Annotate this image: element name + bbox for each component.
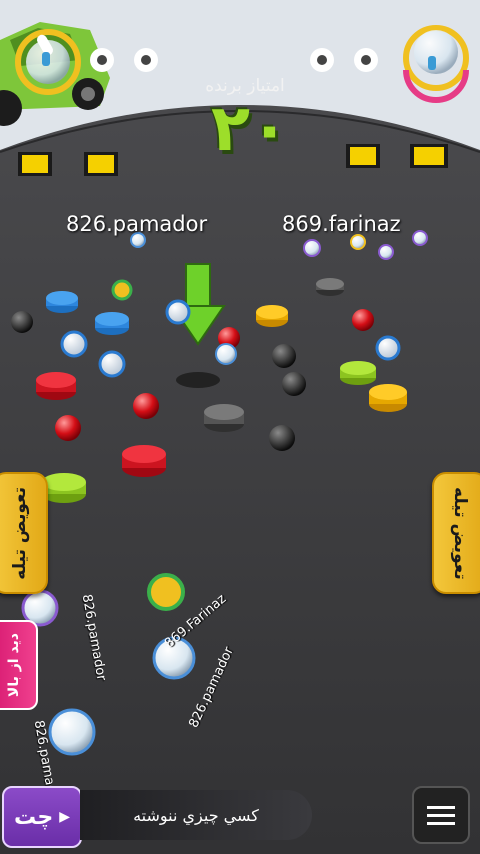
green-cap bbox=[42, 473, 86, 503]
gray-cap bbox=[316, 278, 344, 296]
blue-cap bbox=[46, 291, 78, 313]
menu-icon bbox=[427, 821, 455, 825]
menu-icon bbox=[427, 813, 455, 817]
player1-name: 826.pamador bbox=[66, 212, 208, 236]
striped-marble bbox=[147, 573, 185, 611]
white-blue-marble bbox=[165, 299, 191, 325]
swap-marble-left-label: تعویض تیله bbox=[10, 486, 30, 580]
glass-marble bbox=[215, 343, 237, 365]
swap-marble-right-label: تعویض تیله bbox=[450, 486, 470, 580]
white-blue-marble bbox=[60, 330, 88, 358]
player-shooter-marble[interactable] bbox=[48, 708, 96, 756]
red-marble bbox=[352, 309, 374, 331]
black-marble bbox=[11, 311, 33, 333]
red-marble bbox=[133, 393, 159, 419]
chat-label: چت bbox=[14, 804, 54, 830]
menu-button[interactable] bbox=[412, 786, 470, 844]
glass-marble bbox=[350, 234, 366, 250]
striped-marble bbox=[111, 279, 133, 301]
top-view-button[interactable]: دید از بالا bbox=[0, 620, 38, 710]
glass-marble bbox=[303, 239, 321, 257]
red-marble bbox=[55, 415, 81, 441]
white-blue-marble bbox=[98, 350, 126, 378]
swap-marble-right-button[interactable]: تعویض تیله bbox=[432, 472, 480, 594]
black-marble bbox=[282, 372, 306, 396]
black-marble bbox=[272, 344, 296, 368]
red-cap bbox=[36, 372, 76, 400]
player1-marble-indicator bbox=[15, 29, 81, 95]
gray-cap bbox=[204, 404, 244, 432]
black-marble bbox=[269, 425, 295, 451]
target-shadow bbox=[176, 372, 220, 388]
yellow-cap bbox=[369, 384, 407, 412]
white-blue-marble bbox=[375, 335, 401, 361]
chat-button[interactable]: چت ▶ bbox=[2, 786, 82, 848]
blue-cap bbox=[95, 312, 129, 335]
yellow-cap bbox=[256, 305, 288, 327]
chat-message-bar[interactable]: كسي چيزي ننوشته bbox=[80, 790, 312, 840]
chevron-right-icon: ▶ bbox=[59, 809, 70, 825]
swap-marble-left-button[interactable]: تعویض تیله bbox=[0, 472, 48, 594]
glass-marble bbox=[378, 244, 394, 260]
glass-marble bbox=[412, 230, 428, 246]
menu-icon bbox=[427, 805, 455, 809]
top-view-label: دید از بالا bbox=[6, 632, 22, 698]
chat-placeholder: كسي چيزي ننوشته bbox=[133, 805, 259, 825]
target-score: ۲۰ bbox=[210, 92, 290, 166]
player2-name: 869.farinaz bbox=[282, 212, 401, 236]
green-cap bbox=[340, 361, 376, 385]
red-cap bbox=[122, 445, 166, 477]
